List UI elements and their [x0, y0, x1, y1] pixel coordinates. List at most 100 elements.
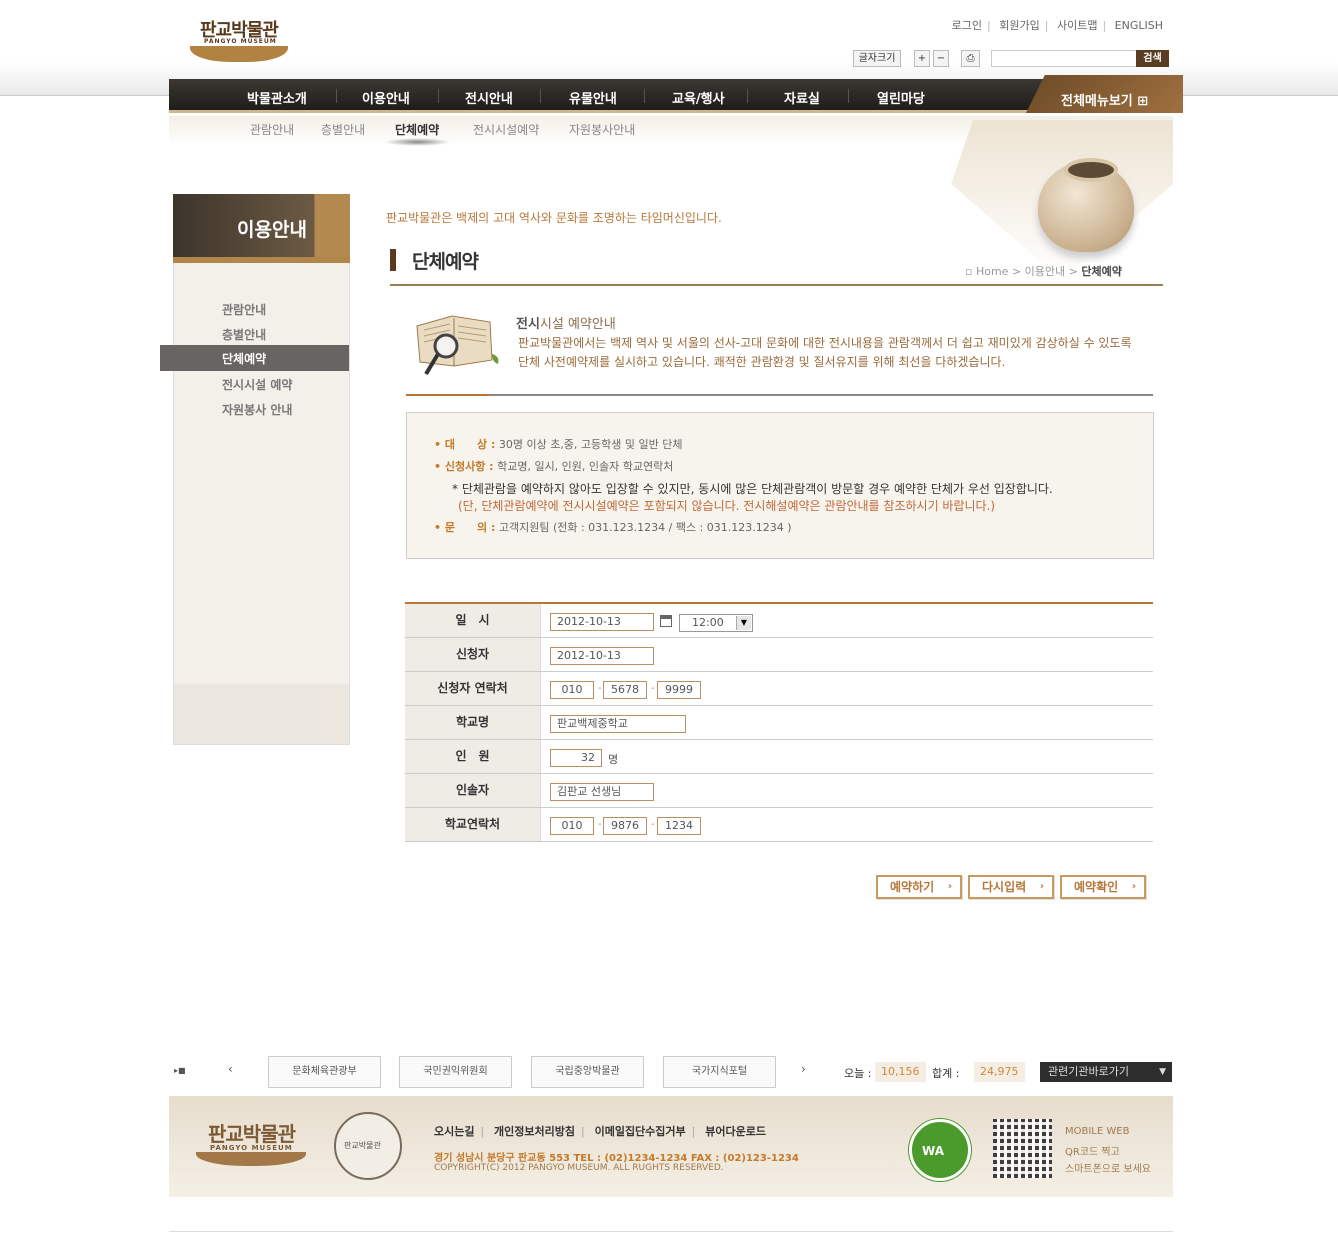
reset-button[interactable]: 다시입력 ›	[968, 875, 1054, 899]
footer-link-privacy[interactable]: 개인정보처리방침	[494, 1125, 575, 1138]
school-phone-label: 학교연락처	[405, 808, 541, 841]
reserve-button[interactable]: 예약하기 ›	[876, 875, 962, 899]
play-icon[interactable]: ▸■	[174, 1066, 186, 1075]
school-phone-input-1[interactable]: 010	[550, 817, 594, 835]
date-input[interactable]: 2012-10-13	[550, 613, 654, 631]
footer-address: 경기 성남시 분당구 판교동 553 TEL : (02)1234-1234 F…	[434, 1153, 799, 1164]
school-input[interactable]: 판교백제중학교	[550, 715, 686, 733]
nav-archive[interactable]: 자료실	[784, 88, 820, 107]
footer-link-directions[interactable]: 오시는길	[434, 1125, 474, 1138]
sidebar-item-volunteer[interactable]: 자원봉사 안내	[222, 401, 292, 418]
prev-arrow-icon[interactable]: ‹	[228, 1062, 233, 1076]
calendar-icon[interactable]	[660, 615, 672, 627]
phone-input-3[interactable]: 9999	[657, 681, 701, 699]
intro-title: 전시시설 예약안내	[516, 317, 616, 332]
page-title: 단체예약	[390, 247, 479, 274]
breadcrumb-current: 단체예약	[1081, 265, 1122, 278]
logo-decoration	[190, 46, 288, 62]
count-label: 인 원	[405, 740, 541, 773]
zoom-out-button[interactable]: −	[933, 50, 949, 67]
subnav-guide[interactable]: 관람안내	[250, 121, 294, 138]
check-button[interactable]: 예약확인 ›	[1060, 875, 1146, 899]
nav-usage[interactable]: 이용안내	[362, 88, 410, 107]
applicant-input[interactable]: 2012-10-13	[550, 647, 654, 665]
intro-divider	[406, 394, 1153, 396]
sidebar-item-floor[interactable]: 층별안내	[222, 326, 266, 343]
banner-knowledge-portal[interactable]: 국가지식포털	[663, 1056, 776, 1088]
footer-link-email-policy[interactable]: 이메일집단수집거부	[595, 1125, 686, 1138]
sidebar-item-facility[interactable]: 전시시설 예약	[222, 376, 292, 393]
footer-logo: 판교박물관 PANGYO MUSEUM	[196, 1118, 308, 1168]
title-divider	[390, 284, 1163, 286]
phone-label: 신청자 연락처	[405, 672, 541, 705]
sitemap-link[interactable]: 사이트맵	[1052, 19, 1102, 32]
form-row-applicant: 신청자 2012-10-13	[405, 638, 1153, 672]
web-accessibility-mark-icon: WA	[909, 1119, 971, 1181]
breadcrumb-parent[interactable]: 이용안내	[1025, 265, 1065, 278]
form-row-count: 인 원 32 명	[405, 740, 1153, 774]
util-links: 로그인 | 회원가입 | 사이트맵 | ENGLISH	[947, 17, 1168, 33]
leader-label: 인솔자	[405, 774, 541, 807]
count-unit: 명	[608, 753, 619, 766]
english-link[interactable]: ENGLISH	[1110, 19, 1168, 32]
main-nav: 박물관소개 이용안내 전시안내 유물안내 교육/행사 자료실 열린마당	[169, 79, 1173, 113]
info-note: * 단체관람을 예약하지 않아도 입장할 수 있지만, 동시에 많은 단체관람객…	[452, 482, 1053, 496]
nav-artifacts[interactable]: 유물안내	[569, 88, 617, 107]
pottery-image	[1038, 158, 1134, 252]
all-menu-button[interactable]: 전체메뉴보기 ⊞	[1026, 75, 1183, 113]
search-input[interactable]	[991, 50, 1137, 67]
search-button[interactable]: 검색	[1136, 50, 1169, 67]
leader-input[interactable]: 김판교 선생님	[550, 783, 654, 801]
time-select[interactable]: 12:00 ▼	[679, 614, 753, 632]
mobile-smartphone-text: 스마트폰으로 보세요	[1065, 1164, 1151, 1175]
nav-education[interactable]: 교육/행사	[672, 88, 725, 107]
related-sites-select[interactable]: 관련기관바로가기 ▼	[1040, 1062, 1172, 1082]
intro-text: 판교박물관에서는 백제 역사 및 서울의 선사-고대 문화에 대한 전시내용을 …	[518, 336, 1132, 369]
form-row-leader: 인솔자 김판교 선생님	[405, 774, 1153, 808]
sidebar	[173, 194, 350, 745]
footer-link-viewer[interactable]: 뷰어다운로드	[705, 1125, 766, 1138]
login-link[interactable]: 로그인	[947, 19, 987, 32]
sidebar-item-group[interactable]: 단체예약	[160, 345, 349, 371]
breadcrumb-home[interactable]: Home	[976, 265, 1008, 278]
subnav-floor[interactable]: 층별안내	[321, 121, 365, 138]
slogan: 판교박물관은 백제의 고대 역사와 문화를 조명하는 타임머신입니다.	[386, 211, 722, 225]
nav-open-forum[interactable]: 열린마당	[877, 88, 925, 107]
bottom-line	[169, 1231, 1173, 1232]
school-label: 학교명	[405, 706, 541, 739]
banner-mcst[interactable]: 문화체육관광부	[268, 1056, 381, 1088]
info-contact: • 문 의 : 고객지원팀 (전화 : 031.123.1234 / 팩스 : …	[434, 521, 792, 534]
nav-museum-intro[interactable]: 박물관소개	[247, 88, 307, 107]
school-phone-input-2[interactable]: 9876	[603, 817, 647, 835]
sidebar-item-guide[interactable]: 관람안내	[222, 301, 266, 318]
count-input[interactable]: 32	[550, 749, 602, 767]
footer-copyright: COPYRIGHT(C) 2012 PANGYO MUSEUM. ALL RUG…	[434, 1163, 724, 1173]
qr-code-icon	[993, 1119, 1052, 1178]
subnav-facility[interactable]: 전시시설예약	[473, 121, 539, 138]
subnav-group[interactable]: 단체예약	[395, 121, 439, 138]
banner-national-museum[interactable]: 국립중앙박물관	[531, 1056, 644, 1088]
total-label: 합계 :	[932, 1067, 960, 1080]
zoom-in-button[interactable]: +	[914, 50, 930, 67]
total-count: 24,975	[974, 1062, 1025, 1082]
sidebar-item-group-label: 단체예약	[222, 352, 267, 366]
next-arrow-icon[interactable]: ›	[801, 1062, 806, 1076]
form-row-school-phone: 학교연락처 010 - 9876 - 1234	[405, 808, 1153, 842]
today-label: 오늘 :	[844, 1067, 872, 1080]
site-logo[interactable]: 판교박물관 PANGYO MUSEUM	[190, 16, 290, 66]
info-note-sub: (단, 단체관람예약에 전시시설예약은 포함되지 않습니다. 전시해설예약은 관…	[458, 499, 996, 513]
form-row-date: 일 시 2012-10-13 12:00 ▼	[405, 604, 1153, 638]
subnav-volunteer[interactable]: 자원봉사안내	[569, 121, 635, 138]
form-row-phone: 신청자 연락처 010 - 5678 - 9999	[405, 672, 1153, 706]
phone-input-1[interactable]: 010	[550, 681, 594, 699]
banner-acrc[interactable]: 국민권익위원회	[399, 1056, 512, 1088]
today-count: 10,156	[875, 1062, 926, 1082]
join-link[interactable]: 회원가입	[994, 19, 1044, 32]
phone-input-2[interactable]: 5678	[603, 681, 647, 699]
footer-links: 오시는길 | 개인정보처리방침 | 이메일집단수집거부 | 뷰어다운로드	[434, 1125, 766, 1138]
print-icon[interactable]: ⎙	[961, 50, 980, 67]
school-phone-input-3[interactable]: 1234	[657, 817, 701, 835]
all-menu-label: 전체메뉴보기	[1061, 94, 1133, 109]
nav-exhibition[interactable]: 전시안내	[465, 88, 513, 107]
plus-icon: ⊞	[1137, 94, 1149, 109]
